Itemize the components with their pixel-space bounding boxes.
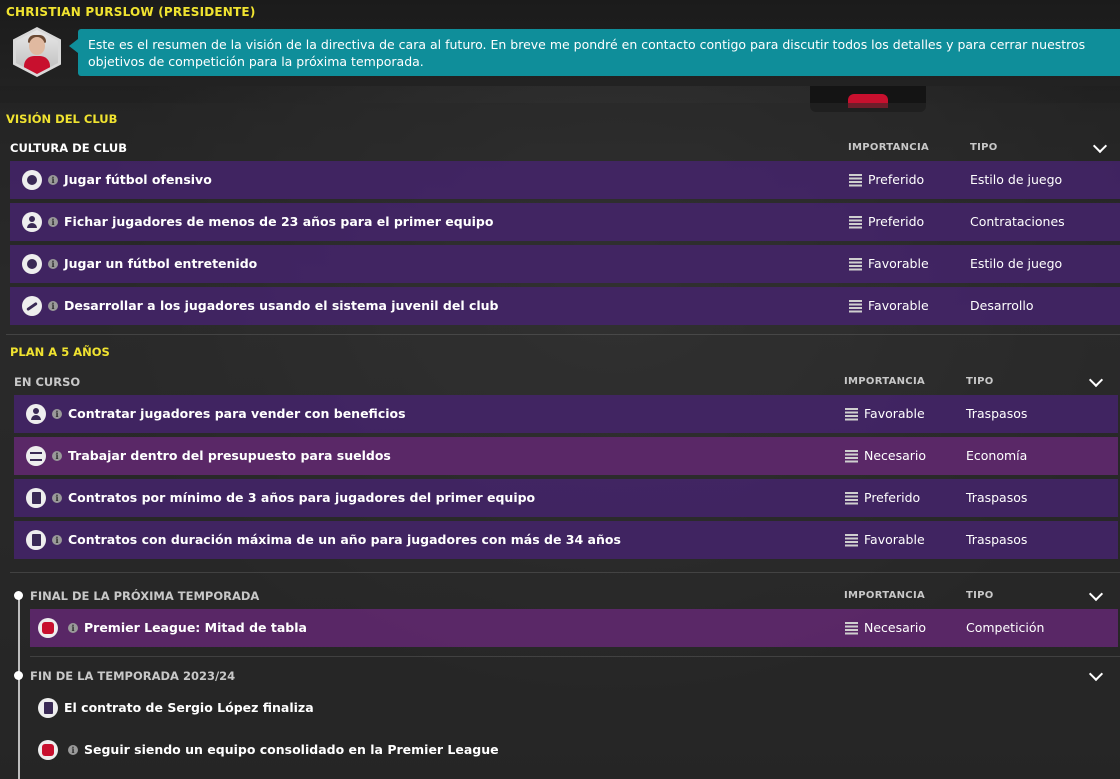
culture-col-type[interactable]: TIPO [970,142,998,153]
next-season-col-importance[interactable]: IMPORTANCIA [844,590,925,601]
importance-value: Favorable [868,256,929,271]
type-value: Competición [966,620,1045,635]
goal-label: Contratar jugadores para vender con bene… [68,406,406,421]
premier-league-icon [38,618,58,638]
ongoing-row[interactable]: i Trabajar dentro del presupuesto para s… [14,437,1118,475]
info-icon[interactable]: i [52,493,62,503]
importance-value: Necesario [864,448,927,463]
section-divider [6,334,1120,335]
next-season-title: FINAL DE LA PRÓXIMA TEMPORADA [30,589,260,603]
info-icon[interactable]: i [48,217,58,227]
info-icon[interactable]: i [52,451,62,461]
type-value: Desarrollo [970,298,1034,313]
president-avatar[interactable] [13,27,61,77]
next-season-col-type[interactable]: TIPO [966,590,994,601]
importance-bars-icon [845,492,858,505]
goal-label: Fichar jugadores de menos de 23 años par… [64,214,494,229]
importance-bars-icon [845,408,858,421]
info-icon[interactable]: i [68,745,78,755]
importance-value: Necesario [864,620,927,635]
person-icon [22,212,42,232]
president-message: Este es el resumen de la visión de la di… [88,37,1086,69]
money-icon [26,446,46,466]
type-value: Traspasos [966,406,1028,421]
importance-bars-icon [845,450,858,463]
goal-label: Contratos con duración máxima de un año … [68,532,621,547]
info-icon[interactable]: i [48,175,58,185]
ongoing-row[interactable]: i Contratar jugadores para vender con be… [14,395,1118,433]
president-message-bubble: Este es el resumen de la visión de la di… [69,29,1120,76]
goal-label: Contratos por mínimo de 3 años para juga… [68,490,536,505]
timeline-dot [14,671,23,680]
importance-value: Favorable [864,406,925,421]
ongoing-col-importance[interactable]: IMPORTANCIA [844,376,925,387]
president-name: CHRISTIAN PURSLOW (PRESIDENTE) [6,5,256,19]
type-value: Estilo de juego [970,256,1063,271]
section-divider [30,656,1120,657]
plan-title: PLAN A 5 AÑOS [10,345,110,359]
contract-icon [38,698,58,718]
ball-icon [22,170,42,190]
goal-label: Seguir siendo un equipo consolidado en l… [84,742,499,757]
importance-bars-icon [849,174,862,187]
ball-icon [22,254,42,274]
president-header: CHRISTIAN PURSLOW (PRESIDENTE) Este es e… [0,0,1120,86]
goal-label: Premier League: Mitad de tabla [84,620,307,635]
culture-row[interactable]: i Jugar un fútbol entretenido Favorable … [10,245,1120,283]
next-season-row[interactable]: i Premier League: Mitad de tabla Necesar… [30,609,1118,647]
importance-value: Preferido [868,172,925,187]
info-icon[interactable]: i [68,623,78,633]
goal-label: Trabajar dentro del presupuesto para sue… [68,448,391,463]
ongoing-col-type[interactable]: TIPO [966,376,994,387]
importance-value: Preferido [864,490,921,505]
season-end-row[interactable]: i Seguir siendo un equipo consolidado en… [26,731,1118,769]
type-value: Economía [966,448,1028,463]
ongoing-title: EN CURSO [14,375,81,389]
whistle-icon [22,296,42,316]
importance-bars-icon [849,258,862,271]
timeline-line [18,594,20,779]
premier-league-icon [38,740,58,760]
type-value: Estilo de juego [970,172,1063,187]
importance-value: Favorable [868,298,929,313]
ongoing-row[interactable]: i Contratos por mínimo de 3 años para ju… [14,479,1118,517]
culture-row[interactable]: i Desarrollar a los jugadores usando el … [10,287,1120,325]
goal-label: Jugar un fútbol entretenido [64,256,258,271]
ongoing-row[interactable]: i Contratos con duración máxima de un añ… [14,521,1118,559]
goal-label: Desarrollar a los jugadores usando el si… [64,298,499,313]
info-icon[interactable]: i [52,535,62,545]
importance-bars-icon [845,534,858,547]
contract-icon [26,488,46,508]
goal-label: Jugar fútbol ofensivo [64,172,212,187]
importance-value: Favorable [864,532,925,547]
culture-col-importance[interactable]: IMPORTANCIA [848,142,929,153]
importance-value: Preferido [868,214,925,229]
contract-icon [26,530,46,550]
type-value: Traspasos [966,490,1028,505]
importance-bars-icon [845,622,858,635]
info-icon[interactable]: i [48,301,58,311]
season-end-row[interactable]: El contrato de Sergio López finaliza [26,689,1118,727]
goal-label: El contrato de Sergio López finaliza [64,700,314,715]
culture-title: CULTURA DE CLUB [10,141,128,155]
timeline-dot [14,591,23,600]
info-icon[interactable]: i [48,259,58,269]
type-value: Traspasos [966,532,1028,547]
type-value: Contrataciones [970,214,1065,229]
importance-bars-icon [849,216,862,229]
importance-bars-icon [849,300,862,313]
person-icon [26,404,46,424]
culture-row[interactable]: i Fichar jugadores de menos de 23 años p… [10,203,1120,241]
section-divider [10,572,1120,573]
info-icon[interactable]: i [52,409,62,419]
season-end-title: FIN DE LA TEMPORADA 2023/24 [30,669,236,683]
culture-row[interactable]: i Jugar fútbol ofensivo Preferido Estilo… [10,161,1120,199]
vision-title: VISIÓN DEL CLUB [6,112,118,126]
